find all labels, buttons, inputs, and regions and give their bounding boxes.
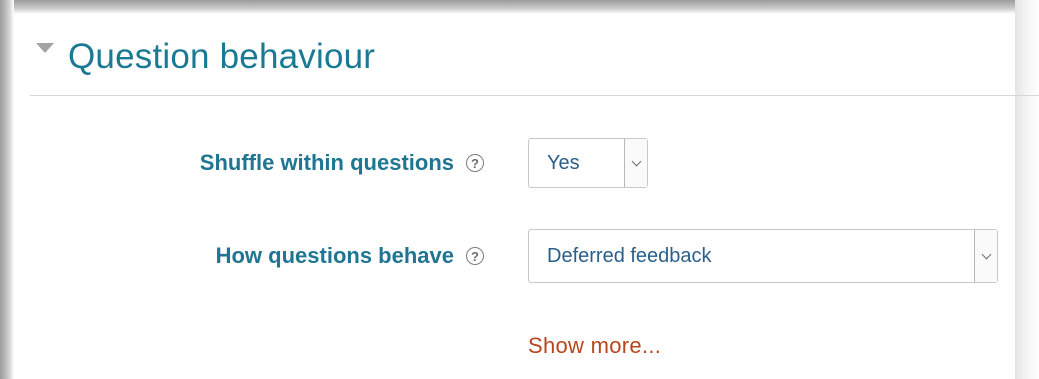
section-header-question-behaviour[interactable]: Question behaviour <box>36 32 375 82</box>
frame-right-shadow <box>1015 0 1039 379</box>
field-label-shuffle-within-questions: Shuffle within questions ? <box>200 140 484 186</box>
frame-left-border <box>0 0 14 379</box>
section-title: Question behaviour <box>68 37 376 76</box>
select-value: Yes <box>547 151 580 174</box>
field-label-text: How questions behave <box>215 243 454 268</box>
field-label-how-questions-behave: How questions behave ? <box>216 233 484 279</box>
triangle-down-icon[interactable] <box>36 43 54 53</box>
section-divider <box>30 95 1039 96</box>
frame-top-border <box>0 0 1015 14</box>
shuffle-within-questions-select[interactable]: Yes <box>528 138 648 188</box>
field-label-text: Shuffle within questions <box>199 150 454 175</box>
select-value: Deferred feedback <box>547 244 712 267</box>
question-circle-icon[interactable]: ? <box>466 154 484 172</box>
form-row-shuffle-within-questions: Shuffle within questions ? Yes <box>0 138 1039 188</box>
show-more-link[interactable]: Show more... <box>528 333 661 359</box>
select-arrow[interactable] <box>974 230 997 282</box>
how-questions-behave-select[interactable]: Deferred feedback <box>528 229 998 283</box>
chevron-down-icon <box>631 156 641 166</box>
question-circle-icon[interactable]: ? <box>466 247 484 265</box>
form-row-how-questions-behave: How questions behave ? Deferred feedback <box>0 229 1039 283</box>
select-arrow[interactable] <box>624 139 647 187</box>
chevron-down-icon <box>981 249 991 259</box>
